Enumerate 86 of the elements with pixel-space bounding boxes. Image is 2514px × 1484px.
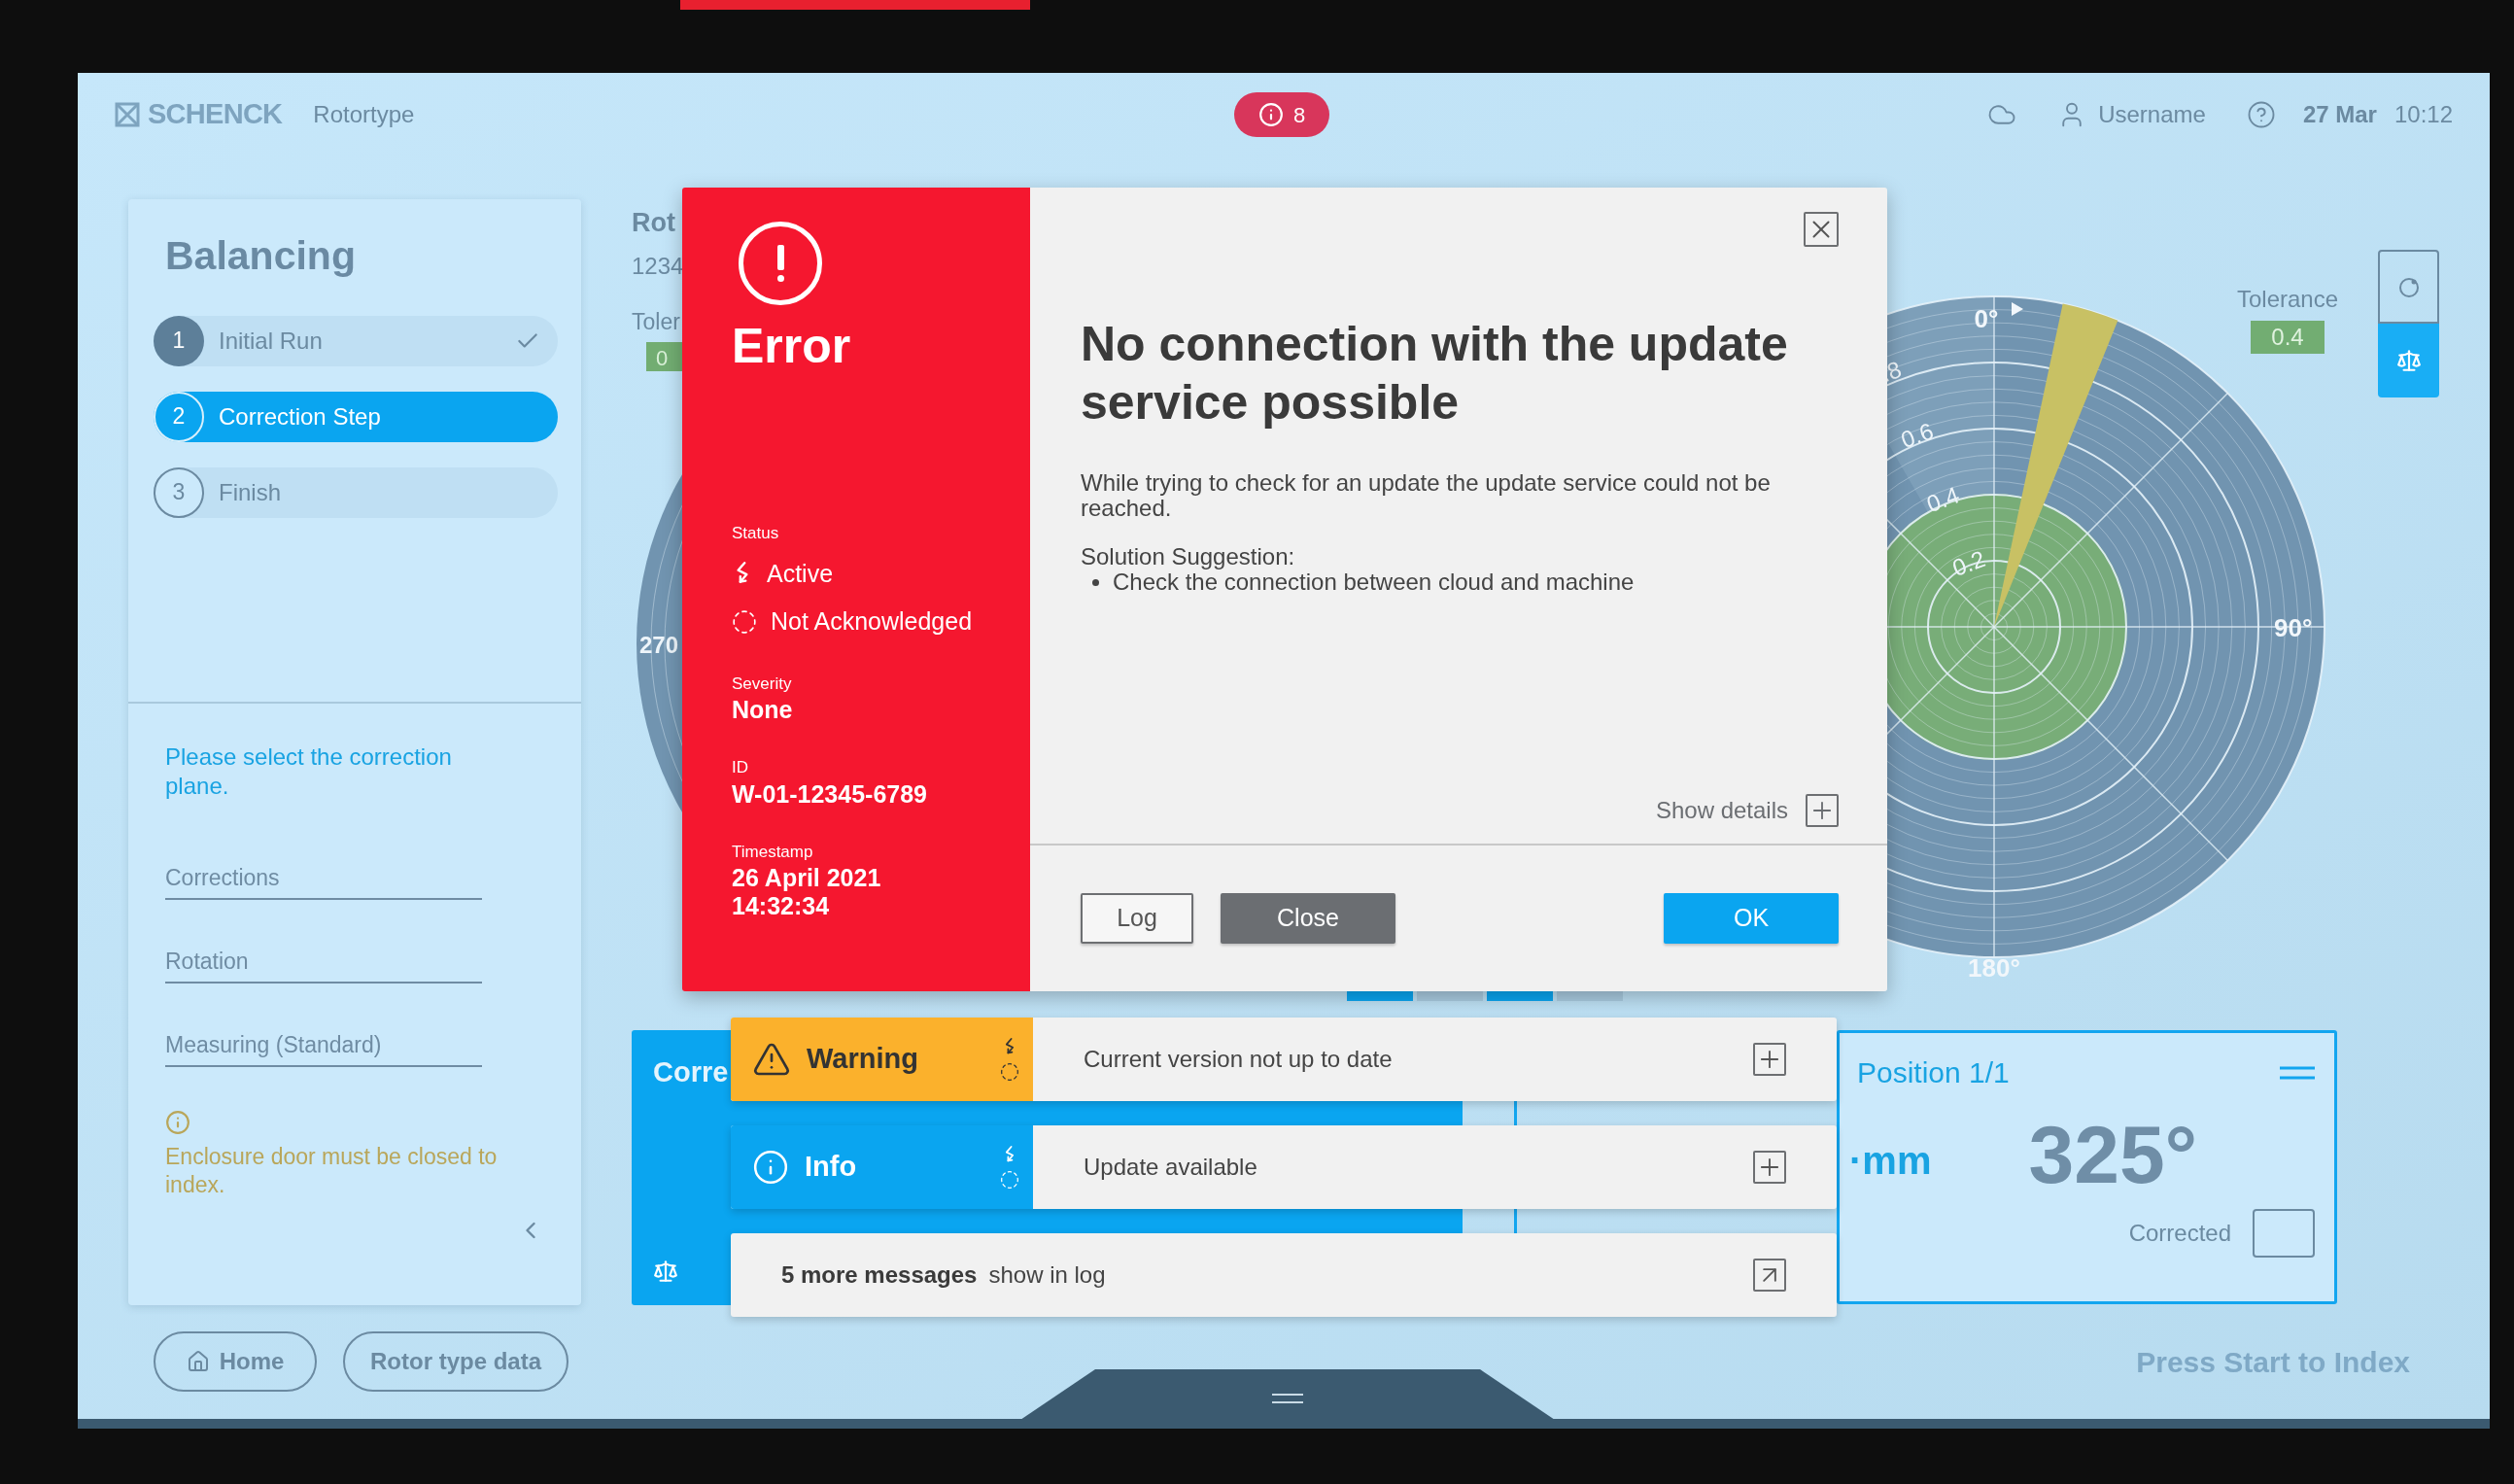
unit-text: ·mm <box>1849 1138 1932 1184</box>
circle-icon <box>2396 275 2421 298</box>
angle-label: 0° <box>1974 304 1999 333</box>
step-number: 2 <box>154 391 204 442</box>
field-label: Status <box>732 523 780 544</box>
card-title: Corre <box>653 1055 729 1089</box>
rotor-title: Rot <box>632 207 676 239</box>
close-button[interactable] <box>1804 212 1839 247</box>
field-value: 14:32:34 <box>732 892 831 920</box>
radius-label: .8 <box>1877 355 1906 388</box>
step-item[interactable]: 2 Correction Step <box>154 391 558 442</box>
step-item[interactable]: 3 Finish <box>154 466 558 518</box>
logo-icon <box>115 102 140 127</box>
field-value: None <box>732 696 794 724</box>
step-item[interactable]: 1 Initial Run <box>154 315 558 366</box>
menu-icon[interactable] <box>2280 1065 2315 1080</box>
solution-item: Check the connection between cloud and machine <box>1113 569 1635 595</box>
solution-label: Solution Suggestion: <box>1081 544 1296 569</box>
status-text: Active <box>767 558 834 589</box>
dialog-heading: No connection with the update service possible <box>1081 316 1789 431</box>
info-icon <box>1257 102 1284 127</box>
dialog-type-label: Error <box>732 318 852 375</box>
input-field[interactable]: Corrections <box>165 857 482 900</box>
notification-message: Current version not up to date <box>1084 1045 1393 1074</box>
notification-label: Info <box>805 1150 857 1185</box>
notice-text: Enclosure door must be closed to index. <box>165 1143 499 1199</box>
dashed-circle-icon <box>1000 1170 1019 1190</box>
step-number: 1 <box>154 315 204 366</box>
instruction-text: Please select the correction plane. <box>165 742 453 801</box>
alert-count-badge[interactable]: 8 <box>1234 92 1329 137</box>
notification-row[interactable]: Warning Current version not up to date <box>731 1018 1837 1101</box>
dashed-circle-icon <box>732 608 757 635</box>
corrected-label: Corrected <box>2128 1219 2231 1248</box>
home-icon <box>186 1350 210 1373</box>
more-messages-count: 5 more messages <box>781 1260 978 1290</box>
scale-icon <box>653 1259 678 1284</box>
angle-label: 270 <box>639 631 679 660</box>
panel-title: Balancing <box>165 232 357 280</box>
radius-label: 0.6 <box>1897 417 1937 454</box>
show-details-button[interactable]: Show details <box>1655 793 1839 828</box>
tolerance-label: Toler <box>632 307 681 336</box>
secondary-button[interactable]: Close <box>1221 893 1395 944</box>
radius-label: 0.4 <box>1922 481 1963 518</box>
logo-text: SCHENCK <box>148 97 283 132</box>
angle-value: 325° <box>2028 1114 2198 1195</box>
menu-lines-icon <box>1272 1393 1303 1404</box>
outline-button[interactable]: Log <box>1081 893 1193 944</box>
date: 27 Mar <box>2302 100 2377 129</box>
info-icon <box>752 1149 789 1186</box>
tolerance-value: 0 <box>646 342 682 371</box>
rotor-number: 1234 <box>632 251 682 281</box>
tolerance-value: 0.4 <box>2251 321 2325 354</box>
notification-message: Update available <box>1084 1153 1257 1182</box>
input-field[interactable]: Rotation <box>165 941 482 984</box>
view-toggle-button[interactable] <box>2378 250 2439 324</box>
dashed-circle-icon <box>1000 1062 1019 1082</box>
angle-label: 90° <box>2274 613 2313 642</box>
primary-button[interactable]: OK <box>1664 893 1839 944</box>
rotor-type-data-button[interactable]: Rotor type data <box>343 1331 568 1392</box>
dialog-description: While trying to check for an update the update service could not be reached. <box>1081 470 1772 521</box>
time: 10:12 <box>2393 100 2453 129</box>
alert-icon <box>739 222 822 305</box>
corrected-checkbox[interactable] <box>2253 1209 2315 1258</box>
notification-row[interactable]: Info Update available <box>731 1125 1837 1209</box>
notification-label: Warning <box>807 1042 918 1077</box>
info-icon <box>165 1110 190 1135</box>
field-value: W-01-12345-6789 <box>732 779 928 809</box>
tolerance-label: Tolerance <box>2237 285 2339 314</box>
card-title: Position 1/1 <box>1857 1055 2010 1090</box>
field-label: Severity <box>732 673 793 695</box>
home-button[interactable]: Home <box>154 1331 317 1392</box>
show-in-log-link[interactable]: show in log <box>988 1258 1106 1293</box>
view-toggle-button[interactable] <box>2378 324 2439 397</box>
status-text: Not Acknowledged <box>771 606 973 637</box>
field-label: ID <box>732 757 749 778</box>
hint-text: Press Start to Index <box>2136 1344 2410 1380</box>
input-field[interactable]: Measuring (Standard) <box>165 1024 482 1067</box>
step-number: 3 <box>154 466 204 518</box>
radius-label: 0.2 <box>1948 545 1989 581</box>
username[interactable]: Username <box>2098 97 2206 132</box>
pointer-icon <box>2012 302 2023 316</box>
app-name: Rotortype <box>313 100 415 129</box>
field-value: 26 April 2021 <box>732 864 882 892</box>
help-icon[interactable] <box>2246 100 2276 129</box>
field-label: Timestamp <box>732 841 814 863</box>
scale-icon <box>2395 348 2422 373</box>
